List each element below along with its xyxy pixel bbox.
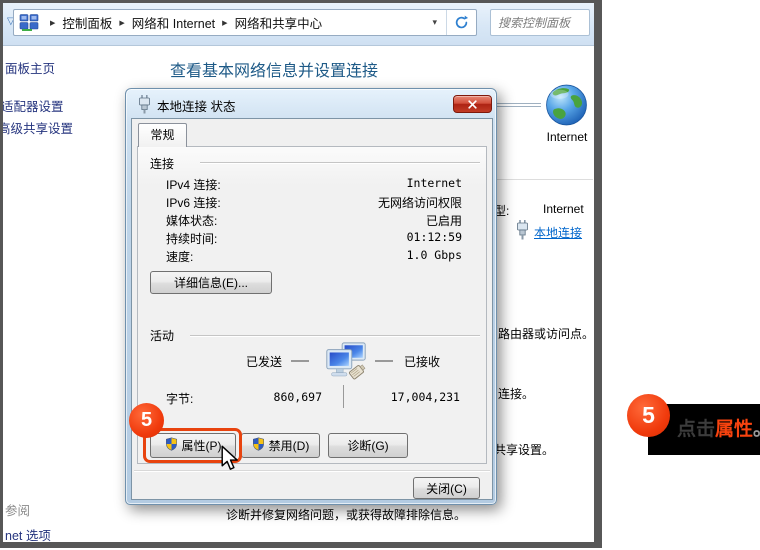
text-fragment-sharing: 共享设置。: [494, 441, 554, 458]
dialog-body: 常规 连接 IPv4 连接: Internet IPv6 连接: 无网络访问权限…: [131, 118, 493, 500]
address-bar[interactable]: ▶ 控制面板 ▶ 网络和 Internet ▶ 网络和共享中心 ▾: [13, 9, 477, 36]
sidebar-see-also-label: 参阅: [5, 500, 30, 519]
uac-shield-icon: [252, 437, 265, 454]
diagnose-button[interactable]: 诊断(G): [328, 433, 408, 458]
text-fragment-connect: 连接。: [498, 385, 534, 402]
breadcrumb-arrow-icon: ▶: [119, 19, 124, 27]
activity-line: [291, 360, 309, 362]
sidebar-item-internet-options[interactable]: net 选项: [5, 525, 51, 542]
sidebar-item-advanced-sharing-settings[interactable]: 高级共享设置: [3, 118, 73, 137]
sent-bytes-value: 860,697: [222, 390, 322, 404]
received-bytes-value: 17,004,231: [360, 390, 460, 404]
sent-label: 已发送: [246, 353, 282, 370]
breadcrumb-network-internet[interactable]: 网络和 Internet: [132, 13, 215, 32]
bytes-label: 字节:: [166, 390, 193, 407]
network-center-icon: [19, 14, 39, 31]
received-label: 已接收: [404, 353, 440, 370]
search-input[interactable]: [491, 10, 589, 35]
details-button[interactable]: 详细信息(E)...: [150, 271, 272, 294]
group-separator: [190, 335, 480, 337]
dialog-title: 本地连接 状态: [157, 96, 235, 115]
annotation-step-badge: 5: [627, 394, 670, 437]
step-badge: 5: [129, 403, 164, 438]
annotation-highlight: 属性: [715, 419, 753, 440]
close-button[interactable]: 关闭(C): [413, 477, 480, 499]
page-title: 查看基本网络信息并设置连接: [170, 57, 378, 81]
access-type-value: Internet: [543, 202, 584, 216]
connection-plug-icon: [516, 220, 529, 240]
text-fragment-router: 路由器或访问点。: [498, 325, 594, 342]
ipv4-label: IPv4 连接:: [166, 176, 221, 193]
breadcrumb-control-panel[interactable]: 控制面板: [62, 13, 112, 32]
tab-page-general: 连接 IPv4 连接: Internet IPv6 连接: 无网络访问权限 媒体…: [137, 146, 487, 464]
sidebar: 面板主页 适配器设置 高级共享设置 参阅 net 选项: [3, 46, 121, 542]
duration-value: 01:12:59: [407, 230, 462, 244]
internet-globe-icon: [544, 83, 589, 128]
bytes-divider: [343, 385, 344, 408]
speed-label: 速度:: [166, 248, 193, 265]
troubleshoot-text: 诊断并修复网络问题，或获得故障排除信息。: [226, 506, 466, 523]
ipv6-label: IPv6 连接:: [166, 194, 221, 211]
sidebar-item-control-panel-home[interactable]: 面板主页: [5, 58, 55, 77]
network-map-line: [492, 103, 541, 104]
sidebar-item-change-adapter-settings[interactable]: 适配器设置: [3, 96, 64, 115]
explorer-toolbar: ▽ ▶ 控制面板 ▶ 网络和 Internet ▶ 网络和共享中心 ▾: [3, 3, 594, 46]
screenshot-stage: ▽ ▶ 控制面板 ▶ 网络和 Internet ▶ 网络和共享中心 ▾: [0, 0, 760, 550]
search-box: [490, 9, 590, 36]
refresh-button[interactable]: [446, 10, 476, 35]
local-connection-status-dialog: 本地连接 状态 常规 连接 IPv4 连接: Internet IPv6 连接:…: [125, 88, 497, 505]
computers-activity-icon: [322, 341, 370, 387]
ipv4-value: Internet: [407, 176, 462, 190]
tab-general[interactable]: 常规: [138, 123, 187, 147]
activity-line: [375, 360, 393, 362]
close-icon[interactable]: [453, 95, 492, 113]
annotation-prefix: 点击: [677, 419, 715, 440]
annotation-text: 点击属性。: [677, 414, 760, 441]
duration-label: 持续时间:: [166, 230, 217, 247]
dialog-plug-icon: [138, 94, 151, 114]
disable-button[interactable]: 禁用(D): [241, 433, 320, 458]
dialog-footer-separator: [134, 470, 490, 472]
breadcrumb-network-sharing-center[interactable]: 网络和共享中心: [235, 13, 323, 32]
speed-value: 1.0 Gbps: [407, 248, 462, 262]
activity-group-label: 活动: [150, 327, 174, 344]
mouse-cursor: [220, 445, 240, 471]
media-state-label: 媒体状态:: [166, 212, 217, 229]
internet-map-label: Internet: [536, 130, 598, 144]
uac-shield-icon: [165, 437, 178, 454]
breadcrumb-arrow-icon: ▶: [50, 19, 55, 27]
connection-group-label: 连接: [150, 155, 174, 172]
breadcrumb-arrow-icon: ▶: [222, 19, 227, 27]
annotation-suffix: 。: [753, 419, 760, 440]
address-dropdown-icon[interactable]: ▾: [432, 17, 446, 28]
local-connection-link[interactable]: 本地连接: [534, 224, 582, 241]
properties-button-label: 属性(P): [182, 437, 222, 454]
network-map-line: [492, 106, 541, 107]
section-separator: [489, 179, 593, 180]
media-state-value: 已启用: [426, 212, 462, 229]
group-separator: [200, 162, 480, 164]
ipv6-value: 无网络访问权限: [378, 194, 462, 211]
disable-button-label: 禁用(D): [269, 437, 310, 454]
